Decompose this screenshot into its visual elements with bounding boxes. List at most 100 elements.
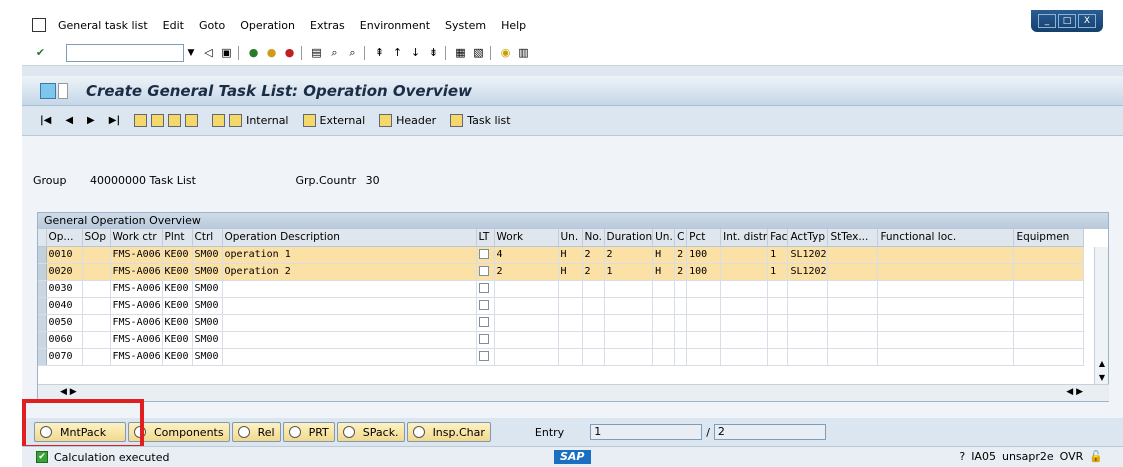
cell-work[interactable] [494, 331, 559, 349]
row-selector[interactable] [38, 314, 47, 332]
cell-pct[interactable]: 100 [686, 263, 722, 281]
cell-op[interactable]: 0050 [46, 314, 83, 332]
cell-lt[interactable] [476, 314, 495, 332]
first-entry-icon[interactable]: |◀ [40, 115, 51, 126]
prt-button[interactable]: PRT [282, 422, 335, 442]
cell-sop[interactable] [82, 280, 111, 298]
vertical-scrollbar[interactable]: ▲ ▼ [1094, 247, 1108, 384]
external-button[interactable]: External [320, 114, 366, 127]
cell-work[interactable] [494, 348, 559, 366]
cell-st[interactable] [827, 297, 879, 315]
cell-eq[interactable] [1013, 246, 1085, 264]
cell-sop[interactable] [82, 297, 111, 315]
cell-ctrl[interactable]: SM00 [192, 314, 223, 332]
cell-act[interactable] [787, 331, 829, 349]
cell-un2[interactable] [652, 297, 676, 315]
col-acttyp[interactable]: ActTyp [787, 229, 829, 247]
cell-ctrl[interactable]: SM00 [192, 246, 223, 264]
cell-dur[interactable]: 2 [604, 246, 654, 264]
col-plnt[interactable]: Plnt [162, 229, 193, 247]
internal-icon[interactable] [229, 114, 243, 127]
row-selector[interactable] [38, 263, 47, 281]
cell-no[interactable] [582, 314, 605, 332]
cell-desc[interactable] [222, 297, 477, 315]
menu-edit[interactable]: Edit [163, 19, 184, 32]
lt-checkbox[interactable] [478, 334, 489, 344]
cell-ctrl[interactable]: SM00 [192, 348, 223, 366]
cell-wc[interactable]: FMS-A006 [110, 263, 163, 281]
cell-ctrl[interactable]: SM00 [192, 297, 223, 315]
cell-fl[interactable] [877, 280, 1015, 298]
col-ctrl[interactable]: Ctrl [192, 229, 223, 247]
print-icon[interactable]: ▤ [309, 45, 324, 60]
last-page-icon[interactable]: ⇟ [426, 45, 441, 60]
exit-icon[interactable]: ● [264, 45, 279, 60]
lt-checkbox[interactable] [478, 266, 489, 276]
row-selector[interactable] [38, 280, 47, 298]
cell-sop[interactable] [82, 348, 111, 366]
cell-desc[interactable] [222, 331, 477, 349]
cell-un[interactable] [558, 348, 583, 366]
table-row[interactable]: 0070 FMS-A006 KE00 SM00 [38, 348, 1085, 366]
cell-desc[interactable]: Operation 2 [222, 263, 477, 281]
menu-extras[interactable]: Extras [310, 19, 345, 32]
cell-plnt[interactable]: KE00 [162, 263, 193, 281]
cell-pct[interactable] [686, 280, 722, 298]
delete-icon[interactable] [185, 114, 199, 127]
shortcut-icon[interactable]: ▧ [471, 45, 486, 60]
cell-fac[interactable] [767, 314, 789, 332]
cancel-icon[interactable]: ● [282, 45, 297, 60]
cell-no[interactable] [582, 297, 605, 315]
last-entry-icon[interactable]: ▶| [109, 115, 120, 126]
col-int-distr[interactable]: Int. distr [720, 229, 769, 247]
cell-act[interactable]: SL1202 [787, 246, 829, 264]
cell-work[interactable]: 4 [494, 246, 559, 264]
cell-un[interactable]: H [558, 246, 583, 264]
cell-op[interactable]: 0060 [46, 331, 83, 349]
input-mode[interactable]: OVR [1060, 450, 1084, 463]
col-work[interactable]: Work [494, 229, 559, 247]
cell-fl[interactable] [877, 314, 1015, 332]
select-all-icon[interactable] [134, 114, 148, 127]
cell-ctrl[interactable]: SM00 [192, 263, 223, 281]
menu-help[interactable]: Help [501, 19, 526, 32]
cell-desc[interactable]: operation 1 [222, 246, 477, 264]
select-block-icon[interactable] [168, 114, 182, 127]
cell-op[interactable]: 0020 [46, 263, 83, 281]
cell-wc[interactable]: FMS-A006 [110, 348, 163, 366]
col-sttext[interactable]: StTex... [827, 229, 879, 247]
cell-act[interactable] [787, 314, 829, 332]
cell-int[interactable] [720, 314, 769, 332]
cell-fl[interactable] [877, 263, 1015, 281]
cell-desc[interactable] [222, 280, 477, 298]
status-message[interactable]: Calculation executed [54, 451, 169, 464]
cell-un2[interactable] [652, 331, 676, 349]
cell-st[interactable] [827, 246, 879, 264]
cell-lt[interactable] [476, 297, 495, 315]
cell-plnt[interactable]: KE00 [162, 297, 193, 315]
col-work-ctr[interactable]: Work ctr [110, 229, 163, 247]
cell-dur[interactable] [604, 348, 654, 366]
cell-int[interactable] [720, 263, 769, 281]
cell-lt[interactable] [476, 280, 495, 298]
system-status-icon[interactable]: ? [959, 450, 965, 463]
app-menu-icon[interactable] [32, 18, 46, 32]
cell-un[interactable]: H [558, 263, 583, 281]
cell-act[interactable] [787, 297, 829, 315]
horizontal-scrollbar[interactable]: ◀ ▶ ◀ ▶ [38, 384, 1109, 401]
cell-no[interactable] [582, 280, 605, 298]
next-entry-icon[interactable]: ▶ [87, 115, 95, 126]
row-selector[interactable] [38, 246, 47, 264]
next-page-icon[interactable]: ↓ [408, 45, 423, 60]
cell-wc[interactable]: FMS-A006 [110, 297, 163, 315]
cell-work[interactable]: 2 [494, 263, 559, 281]
cell-c[interactable]: 2 [674, 246, 688, 264]
header-icon[interactable] [379, 114, 393, 127]
cell-eq[interactable] [1013, 348, 1085, 366]
cell-fac[interactable] [767, 331, 789, 349]
lock-icon[interactable]: 🔓 [1089, 450, 1103, 463]
task-list-button[interactable]: Task list [467, 114, 510, 127]
cell-c[interactable] [674, 314, 688, 332]
cell-fac[interactable] [767, 348, 789, 366]
entry-current-field[interactable]: 1 [590, 424, 703, 440]
